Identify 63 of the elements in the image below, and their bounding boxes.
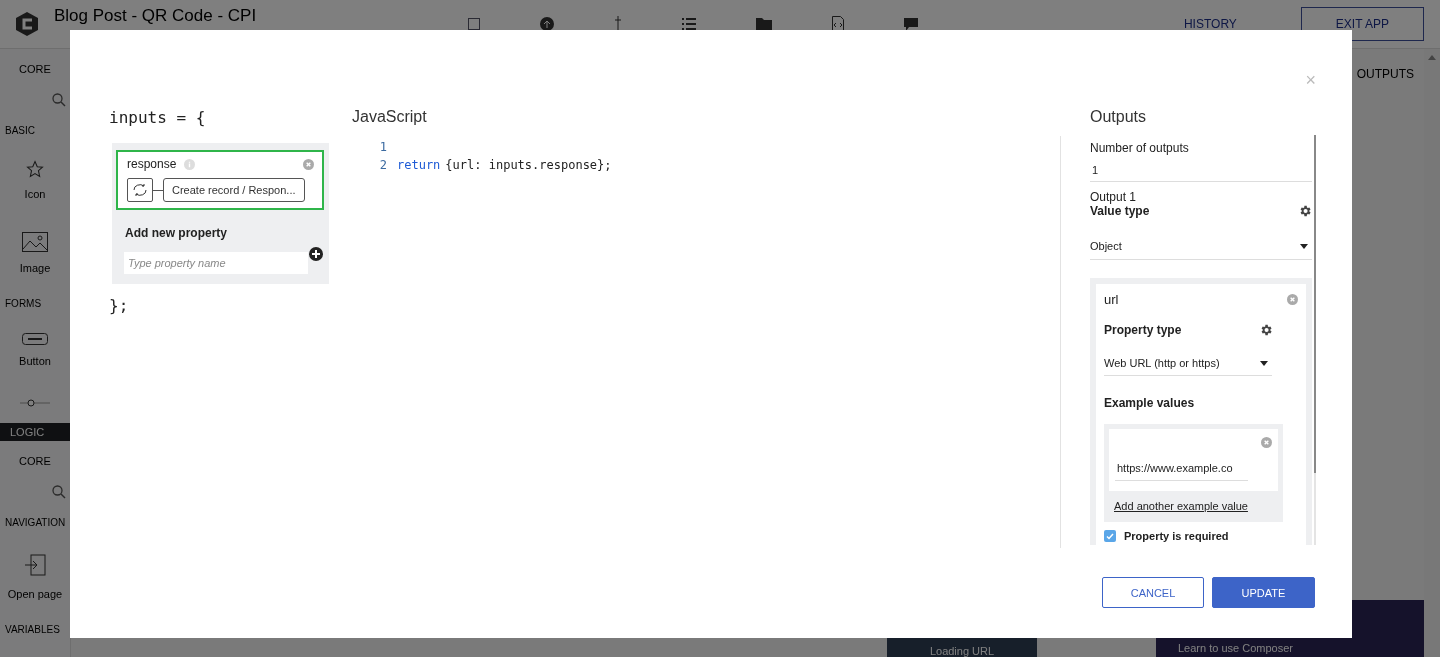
add-icon[interactable] (309, 247, 323, 261)
section-title: FORMS (4, 297, 43, 311)
page-scrollbar[interactable] (1424, 49, 1440, 657)
caret-icon (1260, 360, 1268, 366)
property-type-select[interactable]: Web URL (http or https) (1104, 337, 1272, 376)
info-icon (184, 158, 196, 170)
line-number: 2 (378, 157, 387, 174)
field-label: Number of outputs (1090, 141, 1190, 155)
button-icon (22, 333, 48, 345)
code-text: }; (109, 296, 130, 315)
settings-icon[interactable] (1259, 323, 1273, 337)
star-icon (26, 160, 44, 178)
field-label: Property type (1104, 323, 1182, 337)
caret-icon (1300, 243, 1308, 249)
component-label: Icon (24, 188, 46, 200)
sync-icon[interactable] (127, 178, 153, 202)
upload-icon[interactable] (540, 17, 554, 31)
code-text: inputs = { (109, 108, 207, 127)
line-number: 1 (378, 139, 387, 156)
output-title: Output 1 (1090, 190, 1138, 204)
add-example-link[interactable]: Add another example value (1109, 491, 1278, 522)
property-name: response (127, 157, 177, 171)
field-label: Value type (1090, 204, 1150, 218)
section-bar: LOGIC (0, 423, 70, 441)
section-title: NAVIGATION (4, 516, 67, 530)
property-name-input[interactable]: Type property name (124, 252, 308, 274)
cancel-button[interactable]: CANCEL (1102, 577, 1204, 608)
section-title: CORE (18, 62, 52, 77)
code-token: return (397, 158, 441, 172)
section-title: BASIC (4, 124, 36, 138)
logo-icon (14, 11, 40, 37)
app-title: Blog Post - QR Code - CPI (54, 6, 258, 26)
settings-icon[interactable] (1298, 204, 1312, 218)
component-label: Open page (7, 588, 63, 600)
search-icon (52, 93, 66, 107)
component-label: Button (19, 355, 51, 367)
outputs-tab[interactable]: OUTPUTS (1356, 49, 1414, 99)
search-icon (52, 485, 66, 499)
field-label: Example values (1104, 396, 1196, 410)
page-enter-icon (23, 552, 47, 578)
comment-icon[interactable] (904, 17, 918, 31)
slider-icon (20, 399, 50, 407)
value-type-select[interactable]: Object (1090, 218, 1312, 260)
component-label: Image (19, 262, 51, 274)
property-name: url (1104, 292, 1119, 307)
history-button[interactable]: HISTORY (1149, 7, 1271, 41)
scrollbar[interactable] (1314, 135, 1316, 545)
grid-icon[interactable] (468, 18, 480, 30)
add-property-label: Add new property (125, 226, 228, 240)
code-token: {url: inputs.response}; (445, 158, 612, 172)
image-icon (22, 232, 48, 252)
section-title: VARIABLES (4, 623, 61, 637)
editor-title: JavaScript (352, 108, 428, 126)
source-chip[interactable]: Create record / Respon... (163, 178, 305, 202)
list-icon[interactable] (682, 18, 696, 30)
checkbox[interactable] (1104, 530, 1116, 542)
section-title: CORE (18, 454, 52, 469)
pin-icon[interactable] (614, 16, 622, 32)
loading-label: Loading URL (887, 637, 1037, 657)
update-button[interactable]: UPDATE (1212, 577, 1315, 608)
outputs-title: Outputs (1090, 108, 1148, 126)
output-count-field[interactable]: 1 (1090, 155, 1312, 182)
checkbox-label: Property is required (1124, 530, 1229, 542)
